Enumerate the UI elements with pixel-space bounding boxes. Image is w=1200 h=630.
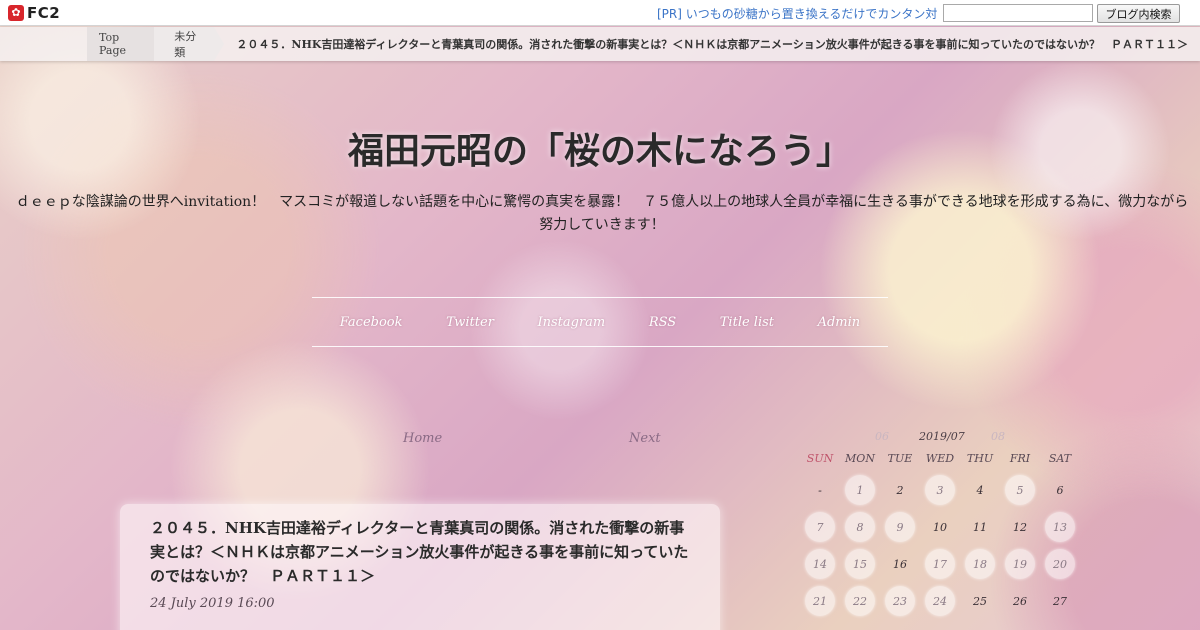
calendar-weekday: FRI	[1009, 452, 1031, 465]
calendar-weekday: THU	[966, 452, 994, 465]
site-title[interactable]: 福田元昭の「桜の木になろう」	[0, 122, 1200, 174]
site-description: ｄｅｅｐな陰謀論の世界へinvitation！ マスコミが報道しない話題を中心に…	[15, 194, 1189, 233]
calendar-day[interactable]: 9	[885, 512, 915, 542]
calendar-day[interactable]: 7	[805, 512, 835, 542]
calendar-day: 16	[893, 557, 907, 571]
fc2-logo-icon: ✿	[8, 4, 24, 21]
pager-next-link[interactable]: Next	[629, 431, 661, 446]
calendar-day[interactable]: 1	[845, 475, 875, 505]
calendar-day[interactable]: 20	[1045, 549, 1075, 579]
breadcrumb: Top Page 未分類 ２０４５．NHK吉田達裕ディレクターと青葉真司の関係。…	[0, 27, 1200, 61]
blog-search-input[interactable]	[943, 4, 1093, 22]
nav-admin[interactable]: Admin	[818, 315, 861, 330]
calendar-current-month: 2019/07	[919, 430, 965, 443]
pr-link[interactable]: [PR] いつもの砂糖から置き換えるだけでカンタン対	[657, 5, 937, 22]
calendar-weekday: WED	[925, 452, 955, 465]
calendar-day[interactable]: 13	[1045, 512, 1075, 542]
calendar-day: 27	[1053, 594, 1067, 608]
main-nav: Facebook Twitter Instagram RSS Title lis…	[312, 297, 888, 347]
fc2-toolbar: ✿ FC2 [PR] いつもの砂糖から置き換えるだけでカンタン対 ブログ内検索	[0, 0, 1200, 26]
nav-title-list[interactable]: Title list	[720, 315, 774, 330]
nav-twitter[interactable]: Twitter	[446, 315, 494, 330]
calendar-weekday: MON	[845, 452, 875, 465]
calendar-day: 12	[1013, 520, 1027, 534]
pager-home-link[interactable]: Home	[403, 431, 442, 446]
calendar-day[interactable]: 14	[805, 549, 835, 579]
calendar-grid: SUN MON TUE WED THU FRI SAT -1 2 3 4 5 6 7 8 9 10 11 12 13 1…	[800, 452, 1080, 616]
calendar-day[interactable]: 24	[925, 586, 955, 616]
entry-title[interactable]: ２０４５．NHK吉田達裕ディレクターと青葉真司の関係。消された衝撃の新事実とは？…	[150, 516, 698, 588]
calendar-day[interactable]: 22	[845, 586, 875, 616]
calendar-weekday: SAT	[1048, 452, 1072, 465]
calendar-day[interactable]: 5	[1005, 475, 1035, 505]
nav-facebook[interactable]: Facebook	[340, 315, 403, 330]
fc2-logo-text: FC2	[27, 3, 61, 22]
fc2-logo-link[interactable]: ✿ FC2	[8, 4, 60, 22]
breadcrumb-category[interactable]: 未分類	[154, 27, 225, 61]
breadcrumb-top-page[interactable]: Top Page	[87, 27, 165, 61]
calendar-day: 11	[973, 520, 987, 534]
calendar-day: 4	[976, 483, 984, 497]
calendar-day[interactable]: 8	[845, 512, 875, 542]
nav-rss[interactable]: RSS	[649, 315, 676, 330]
calendar-day[interactable]: 3	[925, 475, 955, 505]
calendar-day[interactable]: 23	[885, 586, 915, 616]
calendar-day[interactable]: 18	[965, 549, 995, 579]
calendar-day: 2	[896, 483, 904, 497]
calendar-day[interactable]: 21	[805, 586, 835, 616]
calendar-day[interactable]: 19	[1005, 549, 1035, 579]
calendar-day: 26	[1013, 594, 1027, 608]
blog-search-button[interactable]: ブログ内検索	[1097, 4, 1180, 23]
breadcrumb-current: ２０４５．NHK吉田達裕ディレクターと青葉真司の関係。消された衝撃の新事実とは？…	[236, 38, 1188, 51]
calendar-day: -	[818, 483, 822, 497]
calendar-day[interactable]: 15	[845, 549, 875, 579]
calendar-weekday: SUN	[806, 452, 834, 465]
calendar-day: 6	[1056, 483, 1064, 497]
calendar-prev-month[interactable]: 06	[875, 430, 889, 443]
entry-date: 24 July 2019 16:00	[150, 596, 275, 611]
calendar-day: 10	[933, 520, 947, 534]
calendar-next-month[interactable]: 08	[991, 430, 1005, 443]
nav-instagram[interactable]: Instagram	[537, 315, 605, 330]
calendar-day: 25	[973, 594, 987, 608]
calendar-weekday: TUE	[887, 452, 913, 465]
calendar-day[interactable]: 17	[925, 549, 955, 579]
